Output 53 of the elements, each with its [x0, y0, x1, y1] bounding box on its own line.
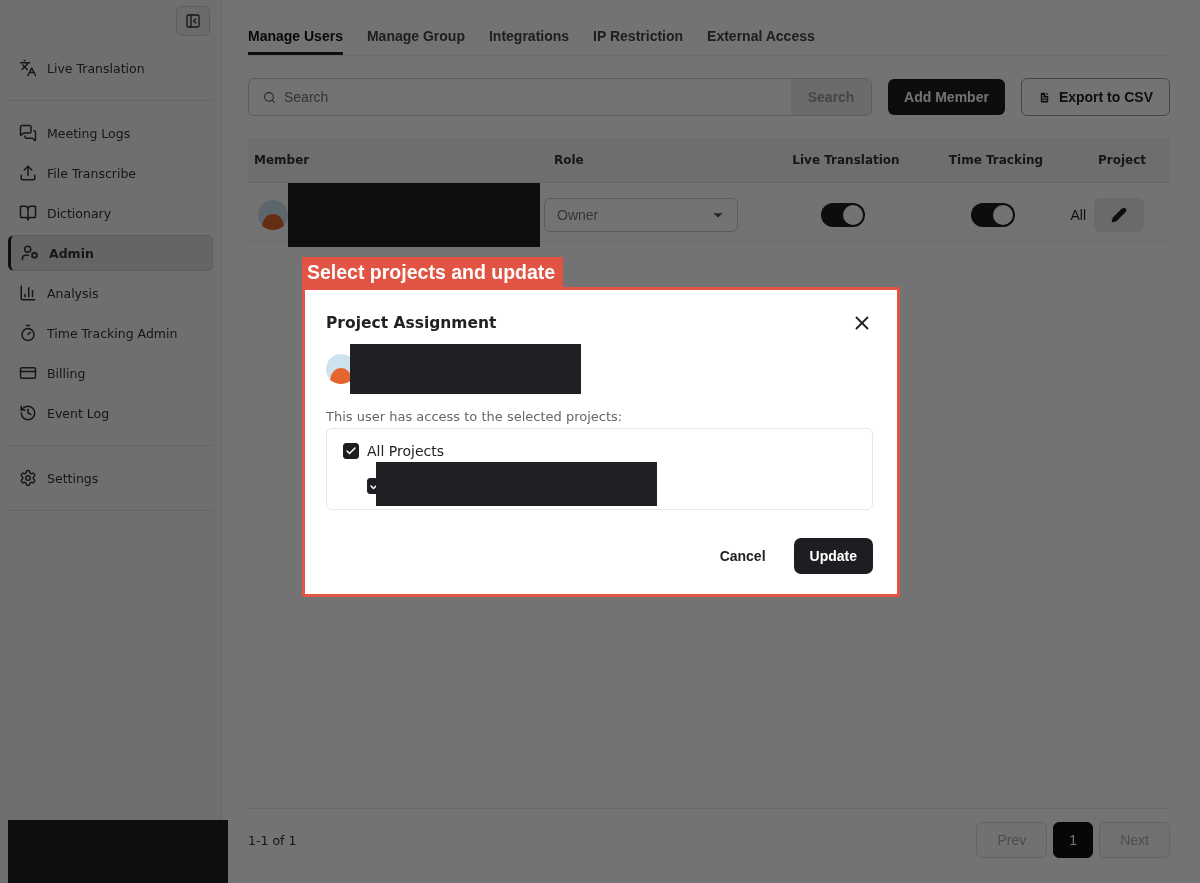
page-range: 1-1 of 1 [248, 832, 297, 848]
tab[interactable]: Manage Users [248, 28, 343, 55]
search-icon [263, 90, 276, 104]
column-header: Live Translation [791, 153, 901, 167]
collapse-icon [185, 13, 201, 29]
tab[interactable]: IP Restriction [593, 28, 684, 55]
checkbox[interactable] [343, 443, 359, 459]
check-icon [345, 445, 357, 457]
export-button[interactable]: Export to CSV [1020, 78, 1170, 116]
upload-icon [19, 164, 37, 182]
checkbox-label: All Projects [367, 443, 444, 459]
annotation-label: Select projects and update [302, 257, 564, 287]
page-button[interactable]: 1 [1053, 822, 1094, 858]
sidebar-item[interactable]: File Transcribe [8, 155, 213, 191]
column-header: Role [553, 153, 585, 167]
pencil-icon [1111, 207, 1127, 223]
sidebar-item[interactable]: Analysis [8, 275, 213, 311]
credit-card-icon [19, 364, 37, 382]
role-select[interactable]: Owner [544, 198, 738, 232]
sidebar-item[interactable]: Event Log [8, 395, 213, 431]
toggle-switch[interactable] [821, 203, 865, 227]
sidebar-item[interactable]: Live Translation [8, 50, 213, 86]
collapse-sidebar-button[interactable] [176, 6, 210, 36]
project-value: All [1070, 207, 1086, 223]
chat-icon [19, 124, 37, 142]
tab[interactable]: Integrations [488, 28, 570, 55]
dialog-description: This user has access to the selected projects: [326, 409, 624, 424]
sidebar-item[interactable]: Admin [8, 235, 213, 271]
history-icon [19, 404, 37, 422]
update-button[interactable]: Update [793, 538, 873, 574]
sidebar-item[interactable]: Time Tracking Admin [8, 315, 213, 351]
timer-icon [19, 324, 37, 342]
sidebar-item[interactable]: Billing [8, 355, 213, 391]
user-gear-icon [21, 244, 39, 262]
sidebar-item[interactable]: Meeting Logs [8, 115, 213, 151]
add-member-button[interactable]: Add Member [888, 79, 1005, 115]
file-icon [1037, 90, 1051, 104]
cancel-button[interactable]: Cancel [707, 540, 778, 572]
column-header: Project [1096, 153, 1148, 167]
sidebar-item[interactable]: Dictionary [8, 195, 213, 231]
column-header: Member [253, 153, 311, 167]
translate-icon [19, 59, 37, 77]
edit-button[interactable] [1094, 198, 1144, 232]
sidebar-item[interactable]: Settings [8, 460, 213, 496]
avatar-icon [258, 200, 288, 230]
bar-chart-icon [19, 284, 37, 302]
book-icon [19, 204, 37, 222]
toggle-switch[interactable] [971, 203, 1015, 227]
settings-icon [19, 469, 37, 487]
dialog-title: Project Assignment [326, 314, 497, 332]
tab[interactable]: External Access [707, 28, 815, 55]
tab[interactable]: Manage Group [366, 28, 465, 55]
column-header: Time Tracking [947, 153, 1045, 167]
